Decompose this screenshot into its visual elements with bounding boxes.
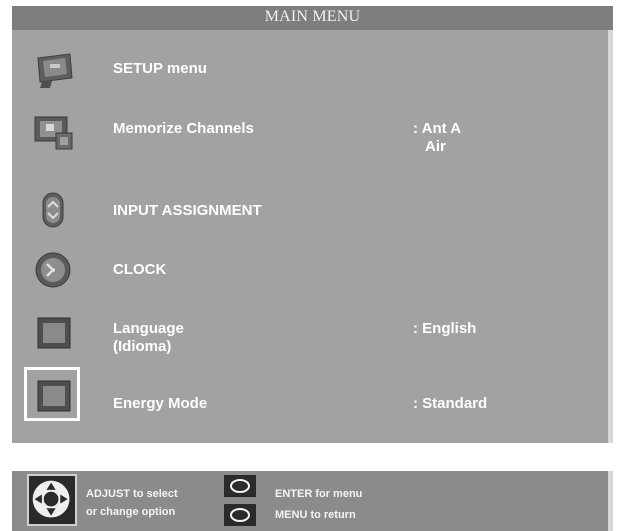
separator-strip [0,443,613,471]
menu-item-label-secondary: (Idioma) [113,338,172,355]
menu-item-language[interactable]: Language (Idioma) : English [12,310,608,360]
menu-item-value: : Ant A [413,120,462,137]
adjust-hint-line2: or change option [86,506,176,518]
tv-menu-screen: MAIN MENU SETUP menu Memorize Channels :… [0,0,617,531]
adjust-pad-icon[interactable] [27,474,77,526]
menu-title: MAIN MENU [264,8,361,25]
menu-button[interactable] [224,504,256,526]
menu-item-value: : English [413,320,477,337]
menu-item-label: Energy Mode [113,395,208,412]
adjust-hint-line1: ADJUST to select [86,488,178,500]
memorize-channels-icon [34,116,73,150]
menu-item-label: Language [113,320,184,337]
footer-edge [608,471,613,531]
input-assignment-icon [42,192,64,228]
menu-item-value-secondary: Air [425,138,446,155]
title-bar: MAIN MENU [12,6,613,30]
menu-item-label: Memorize Channels [113,120,254,137]
footer-bar [12,471,608,531]
menu-item-input-assignment[interactable]: INPUT ASSIGNMENT [12,190,608,230]
menu-item-clock[interactable]: CLOCK [12,250,608,290]
menu-hint: MENU to return [275,509,356,521]
menu-item-label: INPUT ASSIGNMENT [113,202,262,219]
enter-button[interactable] [224,475,256,497]
menu-item-energy-mode[interactable]: Energy Mode : Standard [12,374,608,418]
menu-item-label: SETUP menu [113,60,207,77]
menu-item-label: CLOCK [113,261,167,278]
energy-mode-icon [37,380,71,412]
panel-edge [608,30,613,443]
language-icon [37,317,71,349]
menu-item-setup[interactable]: SETUP menu [12,50,608,90]
setup-icon [37,53,73,88]
menu-item-memorize-channels[interactable]: Memorize Channels : Ant A Air [12,110,608,160]
enter-hint: ENTER for menu [275,488,363,500]
clock-icon [35,252,71,288]
menu-item-value: : Standard [413,395,488,412]
